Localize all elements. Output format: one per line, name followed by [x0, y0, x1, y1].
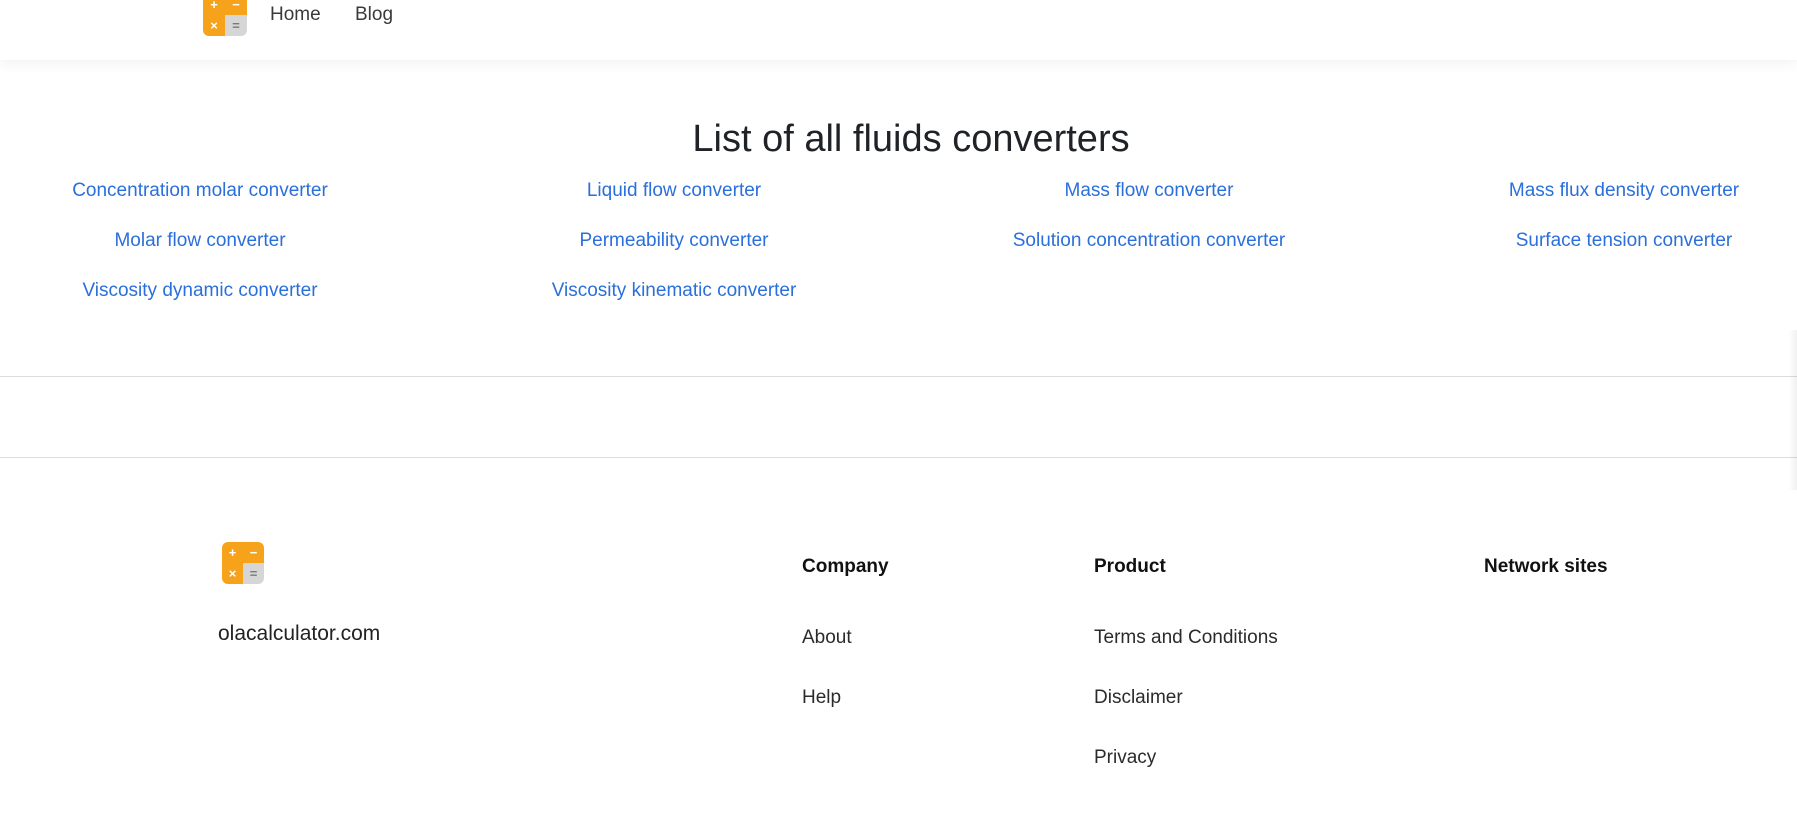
divider: [0, 376, 1797, 377]
converter-link[interactable]: Permeability converter: [434, 230, 914, 252]
footer-link-terms[interactable]: Terms and Conditions: [1094, 627, 1278, 649]
converter-link[interactable]: Mass flow converter: [909, 180, 1389, 202]
calculator-logo-icon[interactable]: + − × =: [222, 542, 264, 584]
converter-link[interactable]: Solution concentration converter: [909, 230, 1389, 252]
converter-link[interactable]: Liquid flow converter: [434, 180, 914, 202]
footer-heading-product: Product: [1094, 556, 1166, 577]
times-icon: ×: [203, 15, 225, 36]
footer-link-privacy[interactable]: Privacy: [1094, 747, 1156, 769]
nav-home-link[interactable]: Home: [270, 4, 321, 26]
times-icon: ×: [222, 563, 243, 584]
calculator-logo-icon[interactable]: + − × =: [203, 0, 247, 36]
footer-link-help[interactable]: Help: [802, 687, 841, 709]
converter-link[interactable]: Concentration molar converter: [0, 180, 440, 202]
footer-link-about[interactable]: About: [802, 627, 852, 649]
footer-heading-company: Company: [802, 556, 889, 577]
page-title: List of all fluids converters: [692, 118, 1130, 160]
footer-link-disclaimer[interactable]: Disclaimer: [1094, 687, 1183, 709]
equals-icon: =: [225, 15, 247, 36]
minus-icon: −: [243, 542, 264, 563]
converter-link[interactable]: Surface tension converter: [1384, 230, 1797, 252]
edge-shadow: [1789, 330, 1797, 490]
divider: [0, 457, 1797, 458]
site-name: olacalculator.com: [218, 622, 381, 645]
converter-link[interactable]: Viscosity dynamic converter: [0, 280, 440, 302]
nav-blog-link[interactable]: Blog: [355, 4, 393, 26]
plus-icon: +: [222, 542, 243, 563]
footer-heading-network: Network sites: [1484, 556, 1608, 577]
minus-icon: −: [225, 0, 247, 15]
converter-link[interactable]: Mass flux density converter: [1384, 180, 1797, 202]
converter-link[interactable]: Molar flow converter: [0, 230, 440, 252]
site-header: + − × = Home Blog: [0, 0, 1797, 60]
plus-icon: +: [203, 0, 225, 15]
converter-link[interactable]: Viscosity kinematic converter: [434, 280, 914, 302]
equals-icon: =: [243, 563, 264, 584]
